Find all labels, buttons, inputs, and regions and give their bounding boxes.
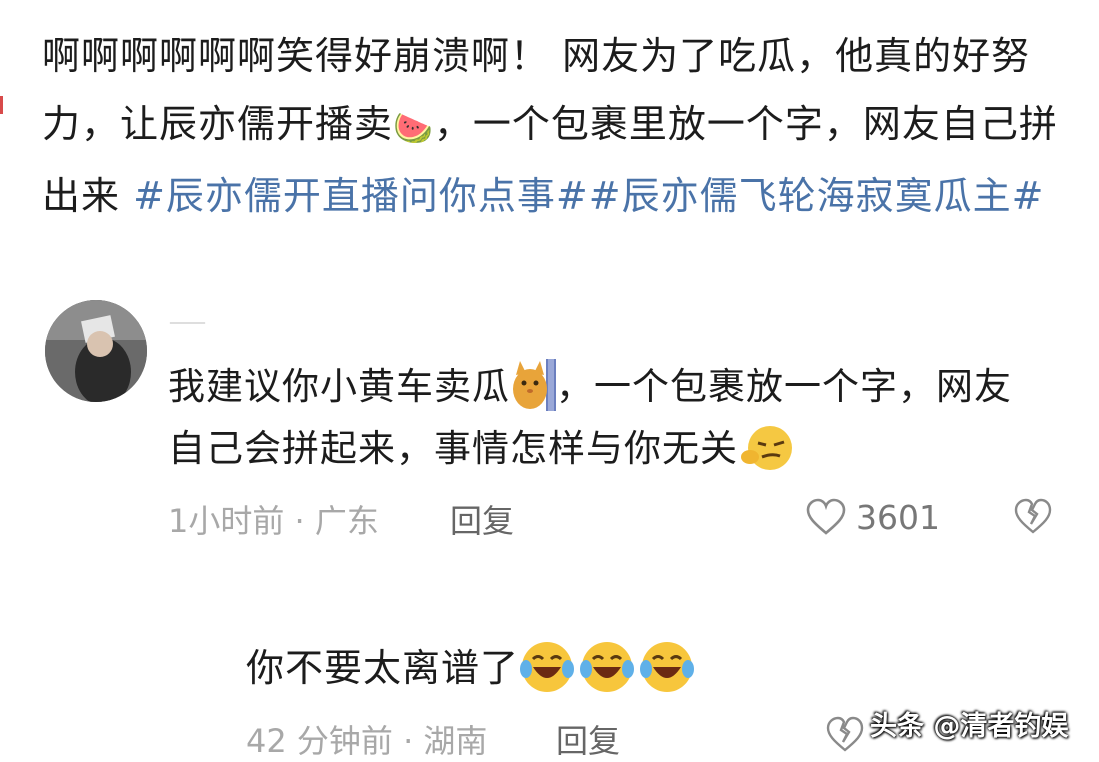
post-card: 啊啊啊啊啊啊笑得好崩溃啊！ 网友为了吃瓜，他真的好努力，让辰亦儒开播卖🍉，一个包…	[0, 0, 1099, 256]
comment-meta: 1小时前 · 广东 回复 3601	[168, 492, 1052, 542]
comment-item: _____ 我建议你小黄车卖瓜 ，一个包裹放一个字，网友自己会拼起来，事情怎样与…	[0, 256, 1099, 762]
reply-time-location: 42 分钟前 · 湖南	[246, 722, 488, 760]
hashtag-link[interactable]: #辰亦儒飞轮海寂寞瓜主#	[589, 174, 1045, 218]
reply-button[interactable]: 回复	[556, 716, 620, 762]
username[interactable]: _____	[170, 308, 230, 330]
reply-body: 你不要太离谱了	[246, 646, 520, 690]
comment-text: 我建议你小黄车卖瓜 ，一个包裹放一个字，网友自己会拼起来，事情怎样与你无关	[168, 356, 1028, 480]
comment-time-location: 1小时前 · 广东	[168, 502, 379, 540]
sly-face-emoji-icon	[738, 423, 794, 473]
reply-text: 你不要太离谱了	[246, 638, 946, 698]
cat-emoji-icon	[512, 359, 556, 411]
laughing-crying-emoji-icon	[519, 639, 575, 695]
broken-heart-icon[interactable]	[1014, 498, 1052, 536]
broken-heart-icon[interactable]	[826, 716, 864, 754]
laughing-crying-emoji-icon	[579, 639, 635, 695]
reply-button[interactable]: 回复	[450, 496, 514, 542]
comment-text-part1: 我建议你小黄车卖瓜	[168, 365, 510, 408]
post-text: 啊啊啊啊啊啊笑得好崩溃啊！ 网友为了吃瓜，他真的好努力，让辰亦儒开播卖🍉，一个包…	[42, 22, 1072, 230]
heart-icon[interactable]	[806, 498, 846, 536]
hashtag-link[interactable]: #辰亦儒开直播问你点事#	[133, 174, 589, 218]
watermelon-icon: 🍉	[393, 109, 434, 147]
source-watermark: 头条 @清者钓娱	[870, 711, 1069, 742]
edge-marker	[0, 96, 3, 114]
laughing-crying-emoji-icon	[639, 639, 695, 695]
avatar[interactable]	[45, 300, 147, 402]
like-count: 3601	[856, 498, 940, 537]
